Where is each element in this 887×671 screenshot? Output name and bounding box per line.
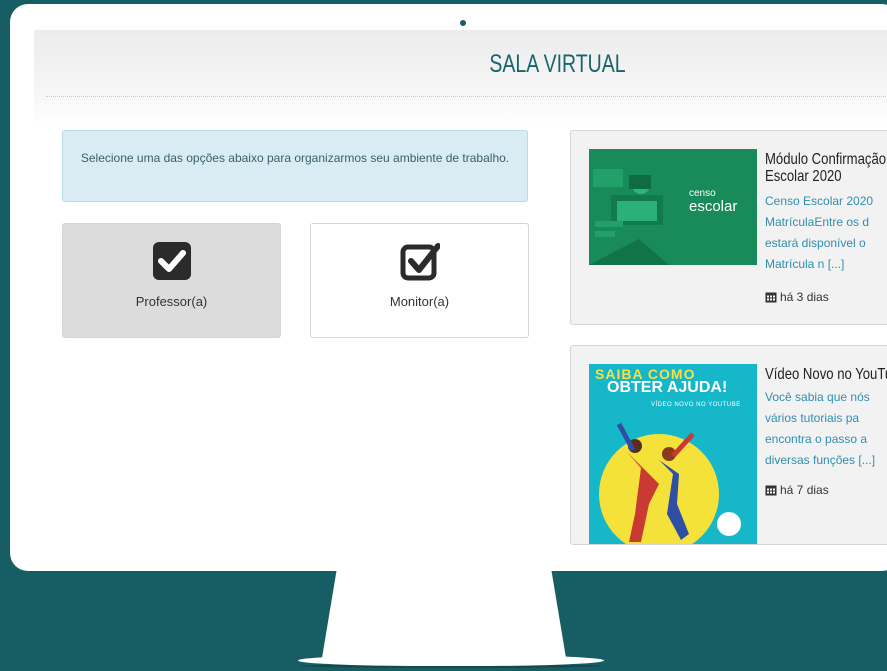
- option-monitor[interactable]: Monitor(a): [310, 223, 529, 338]
- calendar-icon: [765, 292, 777, 303]
- checkbox-checkmark-icon: [400, 243, 440, 281]
- censo-logo: censo escolar: [689, 188, 738, 215]
- news-thumbnail[interactable]: censo escolar: [589, 149, 757, 265]
- news-card[interactable]: SAIBA COMO OBTER AJUDA! VÍDEO NOVO NO YO…: [570, 345, 887, 545]
- option-professor-label: Professor(a): [135, 294, 208, 309]
- monitor-base: [298, 655, 604, 666]
- news-card[interactable]: censo escolar Módulo Confirmação Escolar…: [570, 130, 887, 325]
- option-professor[interactable]: Professor(a): [62, 223, 281, 338]
- checkbox-checked-icon: [152, 242, 191, 280]
- monitor-frame: SALA VIRTUAL Selecione uma das opções ab…: [10, 4, 887, 571]
- news-title[interactable]: Módulo Confirmação Escolar 2020: [765, 151, 887, 185]
- news-excerpt[interactable]: Censo Escolar 2020 MatrículaEntre os d e…: [765, 191, 887, 275]
- screen: SALA VIRTUAL Selecione uma das opções ab…: [10, 4, 887, 571]
- option-monitor-label: Monitor(a): [389, 294, 450, 309]
- info-alert: Selecione uma das opções abaixo para org…: [62, 130, 528, 202]
- header-divider: [46, 96, 887, 97]
- news-excerpt[interactable]: Você sabia que nós vários tutoriais pa e…: [765, 387, 887, 471]
- calendar-icon: [765, 485, 777, 496]
- news-thumbnail[interactable]: SAIBA COMO OBTER AJUDA! VÍDEO NOVO NO YO…: [589, 364, 757, 544]
- page-title: SALA VIRTUAL: [489, 50, 626, 78]
- monitor-stand: [322, 570, 566, 658]
- news-title[interactable]: Vídeo Novo no YouTube: [765, 366, 887, 383]
- news-timestamp: há 3 dias: [765, 290, 829, 304]
- news-timestamp: há 7 dias: [765, 483, 829, 497]
- thumb-headline-2: OBTER AJUDA!: [607, 379, 728, 396]
- thumb-headline-3: VÍDEO NOVO NO YOUTUBE: [651, 402, 741, 408]
